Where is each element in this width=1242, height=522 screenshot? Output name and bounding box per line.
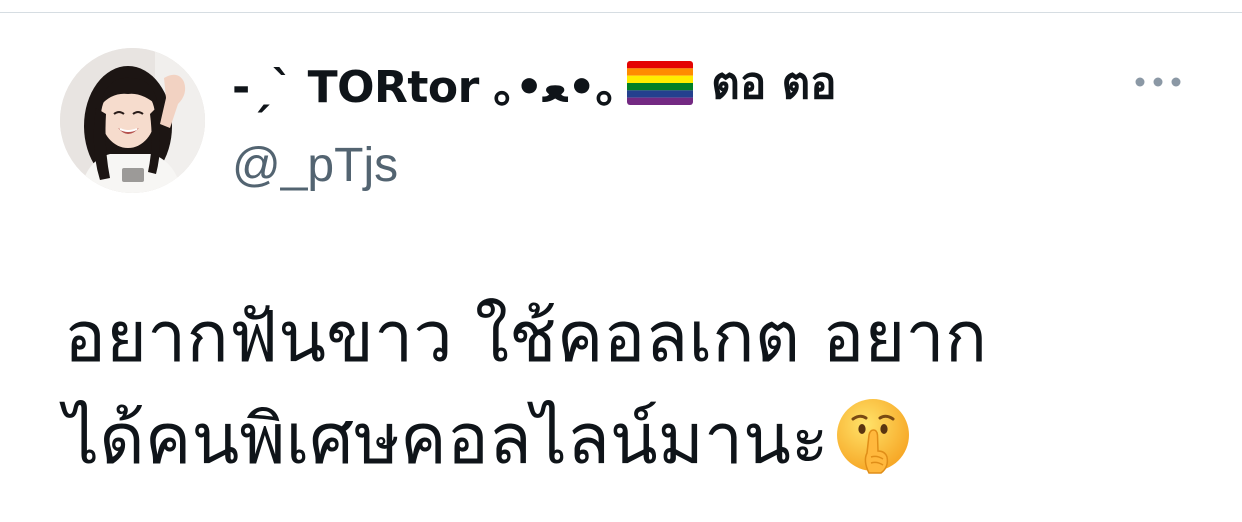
author-display-name-suffix[interactable]: ตอ ตอ	[711, 48, 836, 118]
top-divider	[0, 12, 1242, 13]
tweet-text-line-with-emoji: ได้คนพิเศษคอลไลน์มานะ	[64, 388, 1214, 490]
tweet-text: อยากฟันขาว ใช้คอลเกต อยาก ได้คนพิเศษคอลไ…	[64, 286, 1214, 490]
avatar[interactable]	[60, 48, 205, 193]
more-horizontal-icon	[1134, 76, 1182, 88]
shushing-face-icon	[833, 395, 913, 475]
tweet-text-line: อยากฟันขาว ใช้คอลเกต อยาก	[64, 296, 988, 378]
tweet-text-line: ได้คนพิเศษคอลไลน์มานะ	[64, 398, 829, 480]
author-name-row[interactable]: -ˏˋ TORtor ｡•ﻌ•｡ ตอ ตอ	[232, 52, 837, 114]
rainbow-flag-icon	[627, 61, 694, 105]
more-options-button[interactable]	[1126, 66, 1190, 98]
author-display-name[interactable]: -ˏˋ TORtor ｡•ﻌ•｡	[232, 51, 618, 115]
author-handle[interactable]: @_pTjs	[232, 138, 398, 193]
